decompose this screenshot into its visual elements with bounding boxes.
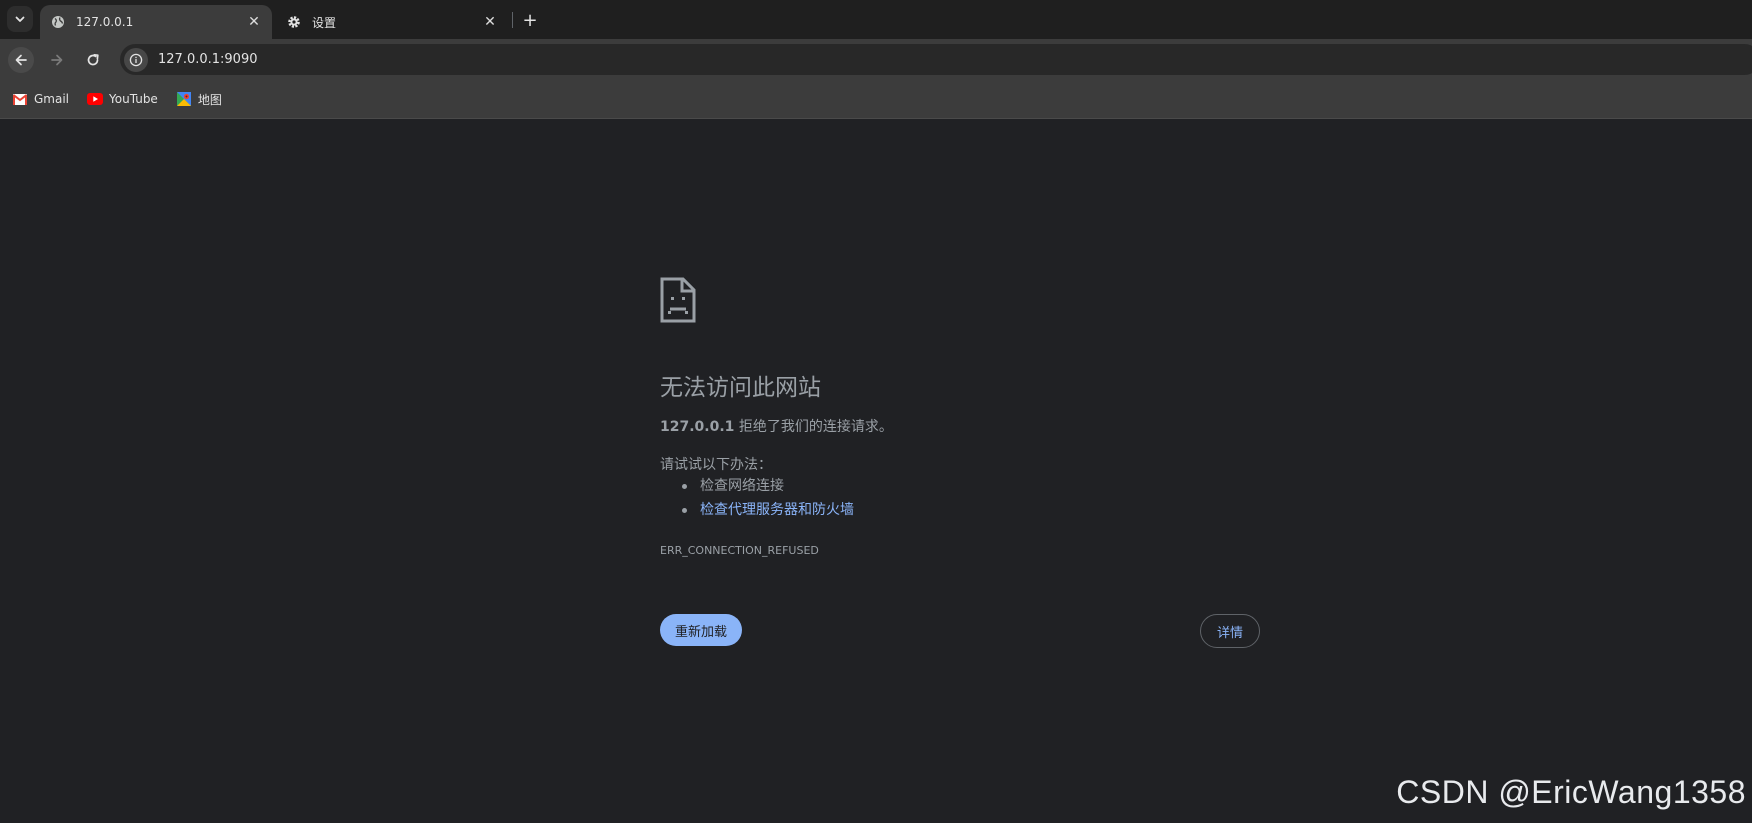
tab-search-button[interactable]	[7, 6, 33, 32]
page-content: 无法访问此网站 127.0.0.1 拒绝了我们的连接请求。 请试试以下办法： 检…	[0, 120, 1752, 823]
gmail-icon	[12, 91, 28, 107]
globe-icon	[50, 14, 66, 30]
sad-page-icon	[660, 277, 696, 323]
back-button[interactable]	[8, 47, 34, 73]
tab-label: 127.0.0.1	[76, 15, 134, 29]
tab-settings[interactable]: 设置 ✕	[276, 5, 508, 39]
url-text: 127.0.0.1:9090	[158, 52, 258, 67]
bookmarks-bar: Gmail YouTube 地图	[0, 80, 1752, 119]
maps-icon	[176, 91, 192, 107]
bookmark-label: Gmail	[34, 92, 70, 106]
info-icon	[129, 53, 143, 66]
new-tab-button[interactable]: +	[518, 8, 542, 32]
forward-button[interactable]	[44, 47, 70, 73]
watermark: CSDN @EricWang1358	[1396, 774, 1746, 810]
bookmark-label: 地图	[197, 92, 222, 107]
tab-label: 设置	[312, 15, 337, 30]
youtube-icon	[87, 91, 104, 107]
toolbar: 127.0.0.1:9090	[0, 39, 1752, 80]
error-description: 127.0.0.1 拒绝了我们的连接请求。	[660, 416, 893, 436]
bookmark-label: YouTube	[109, 92, 158, 106]
close-icon[interactable]: ✕	[480, 12, 500, 32]
bookmark-youtube[interactable]: YouTube	[81, 86, 164, 112]
tab-strip: 127.0.0.1 ✕ 设置 ✕ +	[0, 0, 1752, 39]
error-headline: 无法访问此网站	[660, 375, 821, 401]
tab-divider	[512, 12, 513, 28]
error-host: 127.0.0.1	[660, 419, 735, 435]
tab-127-0-0-1[interactable]: 127.0.0.1 ✕	[40, 5, 272, 39]
arrow-right-icon	[51, 54, 63, 66]
error-description-text: 拒绝了我们的连接请求。	[734, 419, 893, 435]
arrow-left-icon	[15, 54, 27, 66]
close-icon[interactable]: ✕	[244, 12, 264, 32]
suggestion-check-network: 检查网络连接	[680, 476, 854, 500]
suggestion-check-proxy-link[interactable]: 检查代理服务器和防火墙	[680, 500, 854, 524]
bookmark-maps[interactable]: 地图	[170, 86, 228, 112]
details-button[interactable]: 详情	[1200, 614, 1260, 648]
suggestions-label: 请试试以下办法：	[660, 457, 772, 473]
reload-icon	[87, 53, 99, 66]
gear-icon	[286, 14, 302, 30]
suggestions-list: 检查网络连接 检查代理服务器和防火墙	[680, 476, 854, 524]
address-bar[interactable]: 127.0.0.1:9090	[120, 44, 1752, 75]
site-info-button[interactable]	[124, 47, 148, 72]
plus-icon: +	[522, 9, 538, 31]
reload-button[interactable]	[80, 47, 106, 73]
reload-page-button[interactable]: 重新加载	[660, 614, 743, 646]
chevron-down-icon	[15, 16, 25, 22]
bookmark-gmail[interactable]: Gmail	[6, 86, 75, 112]
error-code: ERR_CONNECTION_REFUSED	[660, 544, 819, 557]
